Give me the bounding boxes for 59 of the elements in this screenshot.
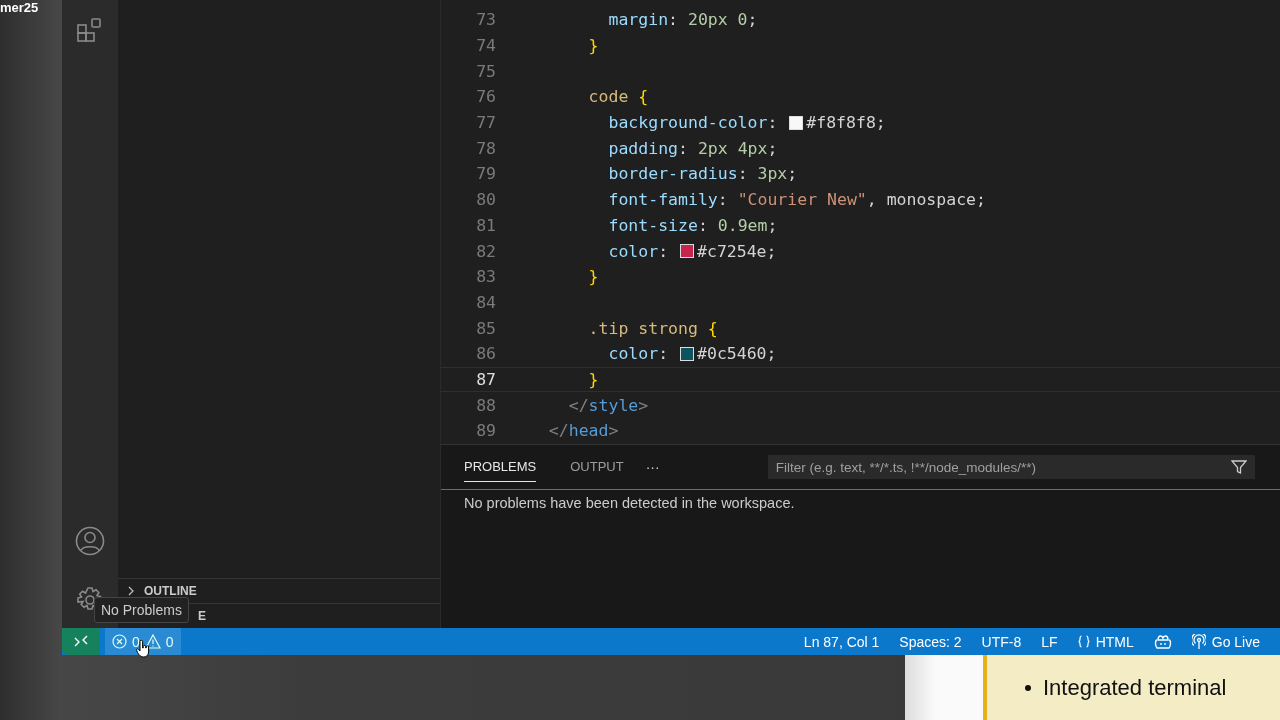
- extensions-icon[interactable]: [76, 17, 104, 45]
- filter-icon[interactable]: [1230, 459, 1247, 475]
- code-line: font-size: 0.9em;: [607, 215, 778, 235]
- status-item[interactable]: LF: [1041, 633, 1058, 650]
- line-number: 80: [475, 190, 496, 210]
- language-mode[interactable]: HTML: [1077, 633, 1134, 650]
- line-number: 73: [475, 10, 496, 30]
- problems-message: No problems have been detected in the workspace.: [463, 494, 796, 511]
- go-live-button[interactable]: Go Live: [1191, 633, 1260, 650]
- line-number: 84: [475, 292, 496, 312]
- remote-icon: [74, 634, 88, 649]
- filter-input[interactable]: Filter (e.g. text, **/*.ts, !**/node_modules/**): [775, 459, 1231, 475]
- code-line: padding: 2px 4px;: [607, 138, 778, 158]
- code-line: .tip strong {: [587, 318, 718, 338]
- code-line: font-family: "Courier New", monospace;: [607, 190, 986, 210]
- tooltip: No Problems: [94, 597, 189, 623]
- line-number: 79: [475, 164, 496, 184]
- line-number: 77: [475, 113, 496, 133]
- line-number: 87: [475, 369, 496, 389]
- line-number: 88: [475, 395, 496, 415]
- chevron-icon: [126, 586, 136, 596]
- broadcast-icon: [1191, 633, 1206, 650]
- status-item[interactable]: UTF-8: [981, 633, 1022, 650]
- status-item[interactable]: Ln 87, Col 1: [803, 633, 880, 650]
- line-number: 74: [475, 36, 496, 56]
- line-number: 83: [475, 267, 496, 287]
- code-line: </head>: [547, 421, 619, 441]
- panel-tab[interactable]: OUTPUT: [570, 452, 624, 482]
- remote-button[interactable]: [62, 628, 100, 655]
- robot-icon[interactable]: [1153, 633, 1172, 650]
- code-line: }: [587, 267, 599, 287]
- warning-icon: [144, 634, 161, 649]
- error-icon: [112, 634, 127, 649]
- line-number: 75: [475, 61, 496, 81]
- code-line: code {: [587, 87, 649, 107]
- account-icon[interactable]: [75, 526, 105, 556]
- code-line: color: #c7254e;: [607, 241, 777, 261]
- code-line: </style>: [567, 395, 649, 415]
- braces-icon: [1077, 635, 1090, 648]
- line-number: 81: [475, 215, 496, 235]
- code-line: margin: 20px 0;: [607, 10, 758, 30]
- line-number: 82: [475, 241, 496, 261]
- line-number: 86: [475, 344, 496, 364]
- bullet-text: Integrated terminal: [1043, 674, 1227, 701]
- code-line: background-color: #f8f8f8;: [607, 113, 886, 133]
- bullet-icon: [1025, 684, 1031, 691]
- more-button[interactable]: ···: [645, 459, 660, 475]
- panel-tab[interactable]: PROBLEMS: [464, 452, 537, 482]
- code-line: }: [587, 369, 599, 389]
- code-line: }: [587, 36, 599, 56]
- filter-field[interactable]: Filter (e.g. text, **/*.ts, !**/node_modules/**): [767, 455, 1255, 479]
- status-item[interactable]: Spaces: 2: [899, 633, 962, 650]
- line-number: 76: [475, 87, 496, 107]
- line-number: 78: [475, 138, 496, 158]
- code-line: color: #0c5460;: [607, 344, 777, 364]
- desktop-label: mer25: [0, 0, 39, 15]
- code-line: border-radius: 3px;: [607, 164, 798, 184]
- line-number: 85: [475, 318, 496, 338]
- line-number: 89: [475, 421, 496, 441]
